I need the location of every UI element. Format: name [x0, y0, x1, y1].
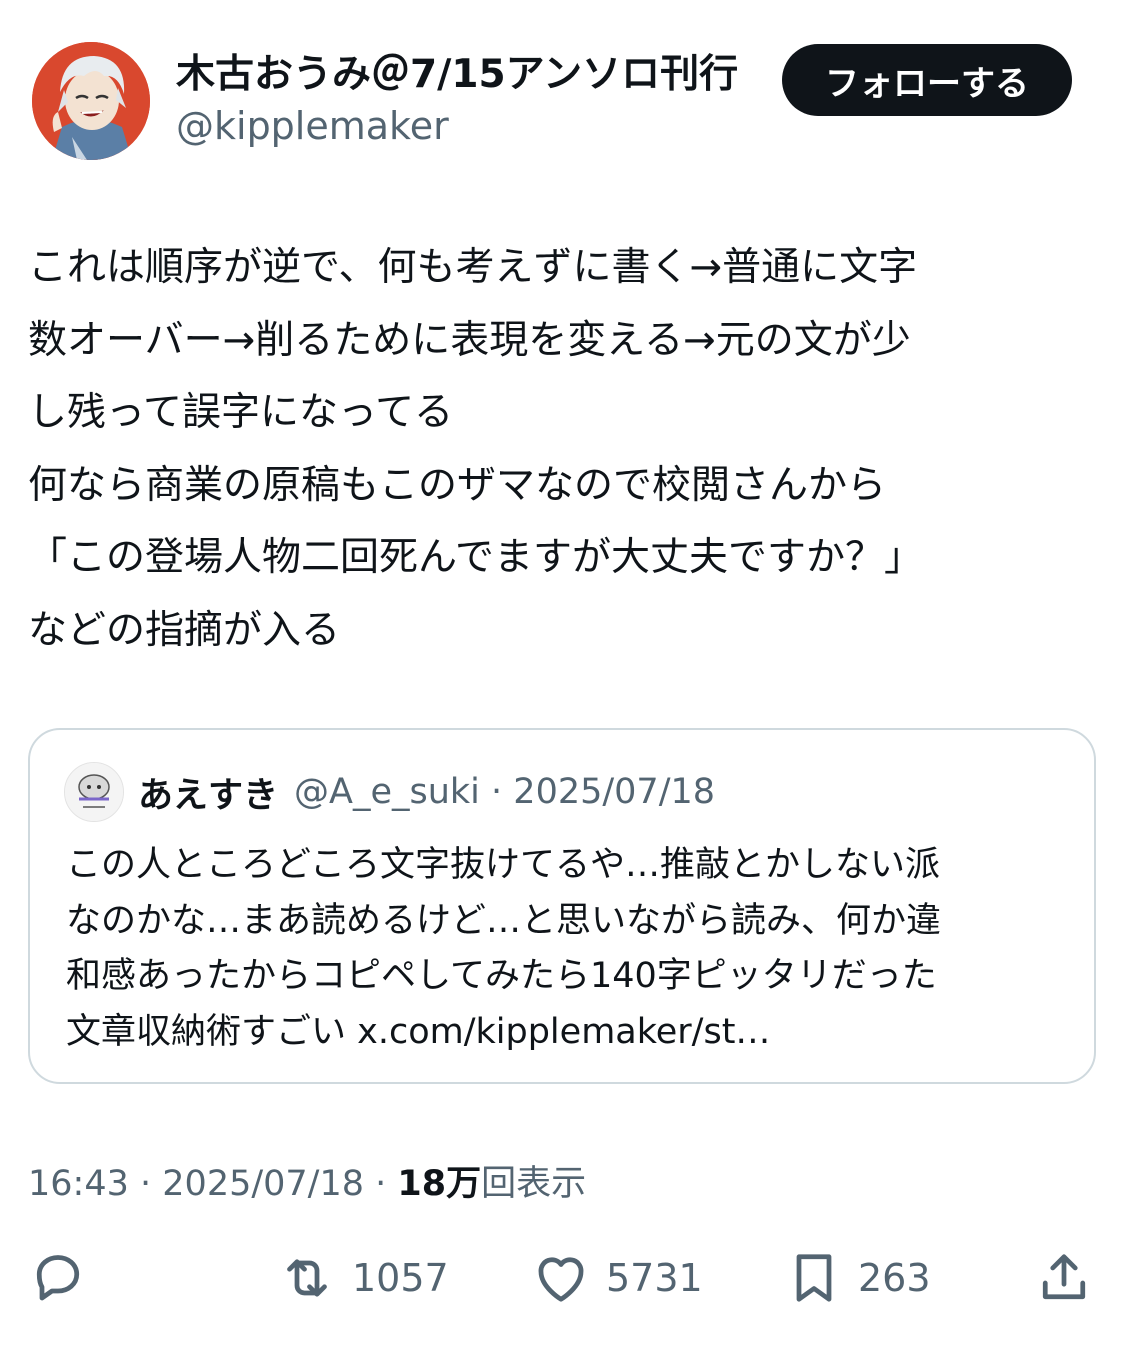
quoted-author-handle[interactable]: @A_e_suki: [294, 772, 480, 812]
retweet-count: 1057: [352, 1256, 449, 1300]
quoted-meta-separator: ·: [479, 772, 514, 812]
tweet-text-line: し残って誤字になってる: [28, 390, 454, 435]
views-label: 回表示: [481, 1164, 587, 1204]
meta-separator: ·: [140, 1164, 163, 1204]
author-avatar-illustration: [32, 42, 150, 160]
tweet-text-line: 数オーバー→削るために表現を変える→元の文が少: [28, 317, 911, 363]
retweet-icon: [287, 1259, 327, 1297]
heart-icon: [538, 1257, 584, 1302]
tweet-text: これは順序が逆で、何も考えずに書く→普通に文字 数オーバー→削るために表現を変え…: [28, 232, 1098, 667]
tweet-meta: 16:43 · 2025/07/18 · 18万回表示: [28, 1155, 586, 1206]
share-icon: [1042, 1254, 1086, 1300]
tweet-time[interactable]: 16:43: [28, 1164, 129, 1204]
meta-separator: ·: [375, 1164, 398, 1204]
author-display-name[interactable]: 木古おうみ＠7/15アンソロ刊行: [176, 50, 738, 100]
follow-button[interactable]: フォローする: [782, 44, 1072, 116]
tweet-text-line: 「この登場人物二回死んでますが大丈夫ですか？」: [28, 535, 924, 580]
like-button[interactable]: 5731: [530, 1248, 703, 1308]
quoted-avatar-illustration: [65, 763, 123, 821]
like-count: 5731: [606, 1256, 703, 1300]
quoted-text-line: この人ところどころ文字抜けてるや…推敲とかしない派: [66, 845, 940, 885]
quoted-tweet-date[interactable]: 2025/07/18: [513, 772, 715, 812]
quoted-tweet-header: あえすき @A_e_suki · 2025/07/18: [138, 766, 715, 818]
author-avatar[interactable]: [32, 42, 150, 160]
quoted-tweet-text: この人ところどころ文字抜けてるや…推敲とかしない派 なのかな…まあ読めるけど…と…: [66, 838, 1066, 1060]
retweet-button[interactable]: 1057: [276, 1248, 449, 1308]
author-handle[interactable]: @kipplemaker: [176, 100, 738, 152]
bookmark-button[interactable]: 263: [784, 1248, 931, 1308]
quoted-text-line: なのかな…まあ読めるけど…と思いながら読み、何か違: [66, 900, 942, 941]
action-bar: 1057 5731 263: [0, 1240, 1125, 1320]
quoted-author-avatar[interactable]: [64, 762, 124, 822]
tweet-text-line: これは順序が逆で、何も考えずに書く→普通に文字: [28, 245, 918, 290]
bookmark-count: 263: [858, 1256, 931, 1300]
views-count[interactable]: 18万: [397, 1164, 481, 1204]
tweet-text-line: 何なら商業の原稿もこのザマなので校閲さんから: [28, 462, 887, 508]
reply-icon: [36, 1255, 80, 1301]
tweet-header: 木古おうみ＠7/15アンソロ刊行 @kipplemaker フォローする: [28, 38, 1098, 168]
bookmark-icon: [796, 1254, 832, 1302]
share-button[interactable]: [1034, 1248, 1094, 1308]
quoted-author-name[interactable]: あえすき: [138, 767, 278, 818]
quoted-tweet-card[interactable]: あえすき @A_e_suki · 2025/07/18 この人ところどころ文字抜…: [28, 728, 1096, 1084]
author-info: 木古おうみ＠7/15アンソロ刊行 @kipplemaker: [176, 50, 738, 152]
reply-button[interactable]: [28, 1248, 88, 1308]
tweet-text-line: などの指摘が入る: [28, 607, 341, 653]
quoted-text-line: 文章収納術すごい x.com/kipplemaker/st…: [66, 1011, 771, 1052]
quoted-text-line: 和感あったからコピペしてみたら140字ピッタリだった: [66, 956, 937, 996]
tweet-date[interactable]: 2025/07/18: [162, 1164, 364, 1204]
